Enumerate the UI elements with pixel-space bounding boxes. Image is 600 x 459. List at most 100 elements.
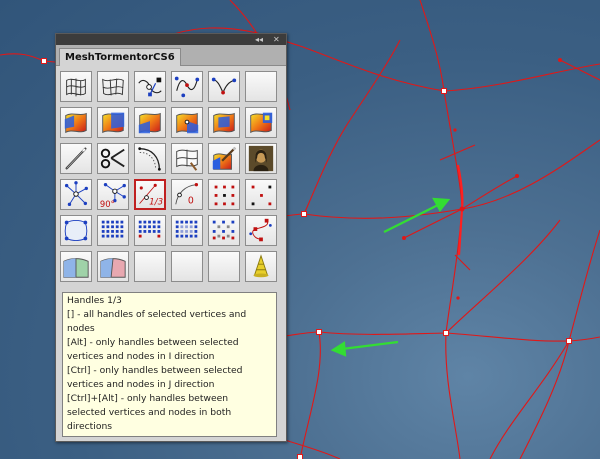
mesh-vertex xyxy=(443,330,449,336)
gradient-mesh-button[interactable] xyxy=(60,107,92,138)
panel-titlebar[interactable]: ◂◂ ✕ xyxy=(56,34,286,45)
dot-path-icon xyxy=(249,218,272,242)
handles-one-third-icon: 1/3 xyxy=(139,183,163,208)
blue-dot-grid-icon xyxy=(101,220,124,238)
mesh-vertex xyxy=(566,338,572,344)
blue-dot-grid-3-button[interactable] xyxy=(171,215,203,246)
select-path-button[interactable] xyxy=(134,71,166,102)
empty-button[interactable] xyxy=(171,251,203,282)
gradient-mesh-blue-icon xyxy=(102,112,125,134)
green-arrow xyxy=(341,340,399,351)
mesh-line xyxy=(284,331,600,342)
blue-dot-grid-button[interactable] xyxy=(97,215,129,246)
handles-90-icon: 90° xyxy=(100,182,126,209)
mixed-dot-grid-button[interactable] xyxy=(208,215,240,246)
handles-zero-label: 0 xyxy=(188,195,194,206)
mesh-vertex xyxy=(297,454,303,459)
mesh-line xyxy=(568,229,600,342)
blue-dot-grid-2-icon xyxy=(138,220,161,238)
handle-dots-sparse-icon xyxy=(251,185,272,206)
handles-star-button[interactable] xyxy=(60,179,92,210)
empty-button[interactable] xyxy=(245,71,277,102)
handles-90-button[interactable]: 90° xyxy=(97,179,129,210)
mesh-line xyxy=(299,45,600,92)
tooltip-line: nodes xyxy=(67,323,95,334)
path-curve-button[interactable] xyxy=(208,71,240,102)
tooltip-title: Handles 1/3 xyxy=(67,295,122,306)
handles-90-label: 90° xyxy=(100,199,115,209)
mesh-band-icon xyxy=(63,258,89,278)
mesh-warp-button[interactable] xyxy=(60,71,92,102)
path-node-icon xyxy=(174,76,200,98)
mesh-band-button[interactable] xyxy=(60,251,92,282)
mesh-vertex xyxy=(301,211,307,217)
handles-star-icon xyxy=(64,181,88,207)
green-arrow-head xyxy=(330,341,347,357)
mesh-paint-icon xyxy=(176,149,198,171)
tooltip-line: vertices and nodes in I direction xyxy=(67,351,215,362)
mesh-handle xyxy=(402,236,406,240)
gradient-mesh-point-button[interactable] xyxy=(171,107,203,138)
mesh-line xyxy=(519,340,570,459)
tooltip-line: vertices and nodes in J direction xyxy=(67,379,215,390)
handle-dots-sparse-button[interactable] xyxy=(245,179,277,210)
mesh-paint-button[interactable] xyxy=(171,143,203,174)
dot-path-button[interactable] xyxy=(245,215,277,246)
handle-dots-grid-icon xyxy=(214,185,235,206)
mesh-handle xyxy=(558,58,562,62)
blue-dot-grid-2-button[interactable] xyxy=(134,215,166,246)
tooltip-line: [] - all handles of selected vertices an… xyxy=(67,309,247,320)
mesh-handle xyxy=(515,174,519,178)
mona-lisa-icon xyxy=(248,145,274,172)
scissors-button[interactable] xyxy=(97,143,129,174)
gradient-mesh-select-button[interactable] xyxy=(134,107,166,138)
mesh-vertex xyxy=(316,329,322,335)
mesh-line xyxy=(419,0,463,459)
cone-icon xyxy=(253,254,269,278)
green-arrow-head xyxy=(432,197,451,212)
needle-icon xyxy=(65,147,87,170)
mesh-vertex xyxy=(441,88,447,94)
gradient-mesh-blue-button[interactable] xyxy=(97,107,129,138)
gradient-mesh-select-icon xyxy=(138,112,161,134)
mesh-tormentor-panel: ◂◂ ✕ MeshTormentorCS6 90° 1/3 0 Handles … xyxy=(55,33,287,442)
mesh-band-2-button[interactable] xyxy=(97,251,129,282)
gradient-mesh-point-icon xyxy=(176,112,199,134)
empty-button[interactable] xyxy=(134,251,166,282)
mesh-handle xyxy=(459,206,465,212)
gradient-mesh-icon xyxy=(64,112,87,134)
gradient-mesh-color-icon xyxy=(250,112,273,134)
gradient-mesh-multi-button[interactable] xyxy=(208,107,240,138)
panel-tab-title[interactable]: MeshTormentorCS6 xyxy=(59,48,181,66)
mesh-rect-icon xyxy=(64,219,88,242)
mesh-rect-button[interactable] xyxy=(60,215,92,246)
mesh-vertex xyxy=(41,58,47,64)
handles-zero-button[interactable]: 0 xyxy=(171,179,203,210)
mesh-line xyxy=(284,439,341,459)
mesh-line xyxy=(445,219,561,334)
handle-dots-grid-button[interactable] xyxy=(208,179,240,210)
empty-button[interactable] xyxy=(208,251,240,282)
handles-one-third-button[interactable]: 1/3 xyxy=(134,179,166,210)
mona-lisa-button[interactable] xyxy=(245,143,277,174)
tooltip-line: [Ctrl]+[Alt] - only handles between xyxy=(67,393,229,404)
curve-dotted-icon xyxy=(138,147,161,171)
mesh-warp-alt-button[interactable] xyxy=(97,71,129,102)
mesh-brush-button[interactable] xyxy=(208,143,240,174)
gradient-mesh-multi-icon xyxy=(213,112,235,134)
blue-dot-grid-3-icon xyxy=(175,220,198,238)
curve-dotted-button[interactable] xyxy=(134,143,166,174)
path-curve-icon xyxy=(211,77,237,95)
mesh-handle xyxy=(453,128,457,132)
select-path-icon xyxy=(138,77,162,97)
handles-third-label: 1/3 xyxy=(149,198,163,208)
mesh-handle xyxy=(456,296,460,300)
close-icon[interactable]: ✕ xyxy=(273,34,280,45)
gradient-mesh-color-button[interactable] xyxy=(245,107,277,138)
cone-button[interactable] xyxy=(245,251,277,282)
mesh-warp-alt-icon xyxy=(102,78,124,96)
needle-button[interactable] xyxy=(60,143,92,174)
double-chevron-left-icon[interactable]: ◂◂ xyxy=(255,34,263,45)
mesh-band-2-icon xyxy=(100,258,126,278)
path-node-button[interactable] xyxy=(171,71,203,102)
